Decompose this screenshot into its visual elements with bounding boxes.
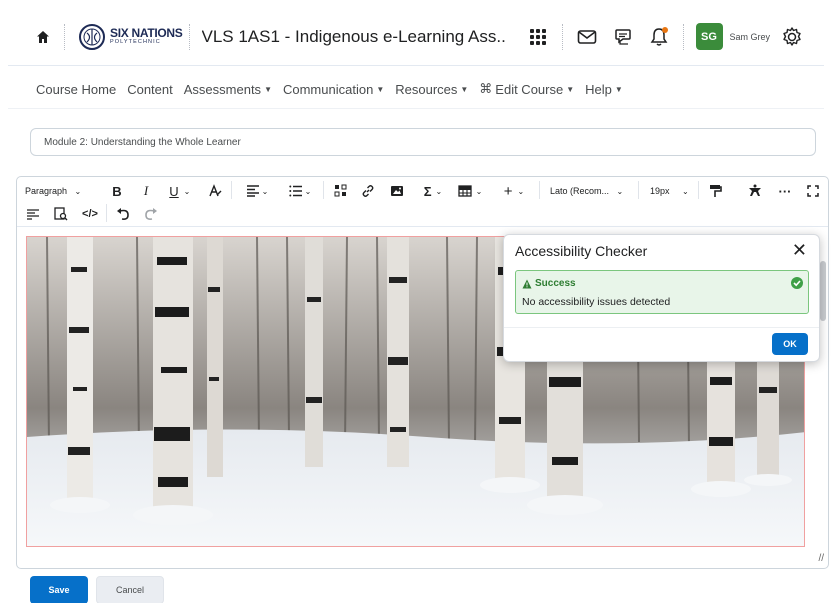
nav-content[interactable]: Content (127, 82, 173, 97)
course-title[interactable]: VLS 1AS1 - Indigenous e-Learning Ass... (202, 27, 507, 47)
bold-button[interactable]: B (110, 181, 124, 201)
save-button[interactable]: Save (30, 576, 88, 603)
italic-button[interactable]: I (139, 181, 153, 201)
close-icon[interactable]: ✕ (792, 240, 807, 261)
course-navbar: Course Home Content Assessments ▼ Communi… (36, 78, 623, 100)
top-header: SIX NATIONS POLYTECHNIC VLS 1AS1 - Indig… (8, 8, 824, 66)
course-selector-icon[interactable] (520, 19, 556, 55)
paragraph-label: Paragraph (25, 186, 68, 196)
success-heading: Success (522, 278, 576, 289)
navbar-divider (8, 108, 824, 109)
logo-emblem-icon (79, 23, 105, 50)
format-painter-icon[interactable] (707, 181, 723, 201)
align-icon[interactable]: ⌄ (245, 181, 269, 201)
font-label: Lato (Recom... (550, 186, 610, 196)
success-label: Success (535, 278, 576, 289)
image-icon[interactable] (389, 181, 405, 201)
chevron-down-icon: ▼ (376, 84, 385, 94)
chevron-down-icon: ▼ (566, 84, 575, 94)
fullscreen-icon[interactable] (805, 181, 821, 201)
nav-edit-course[interactable]: ⌘ Edit Course ▼ (479, 81, 574, 97)
source-code-icon[interactable]: </> (81, 204, 99, 224)
chevron-down-icon[interactable]: ⌄ (182, 181, 192, 201)
undo-icon[interactable] (115, 204, 131, 224)
ok-button[interactable]: OK (772, 333, 808, 355)
chat-icon[interactable] (605, 19, 641, 55)
bell-icon[interactable] (641, 19, 677, 55)
dialog-divider (504, 327, 819, 328)
font-family-select[interactable]: Lato (Recom... ⌄ (550, 181, 623, 201)
username[interactable]: Sam Grey (730, 32, 771, 42)
more-options-icon[interactable]: ··· (777, 181, 793, 201)
accessibility-check-icon[interactable] (747, 181, 763, 201)
nav-assessments[interactable]: Assessments ▼ (184, 82, 272, 97)
sigma-label: Σ (423, 183, 432, 199)
nav-label: Content (127, 81, 173, 97)
nav-resources[interactable]: Resources ▼ (395, 82, 468, 97)
editor-scrollbar[interactable] (819, 231, 827, 549)
dialog-title: Accessibility Checker (515, 243, 648, 259)
nav-label: Course Home (36, 81, 117, 97)
scrollbar-thumb[interactable] (820, 261, 826, 321)
chevron-down-icon: ▼ (614, 84, 623, 94)
chevron-down-icon: ▼ (264, 84, 272, 94)
logo-sub-text: POLYTECHNIC (110, 39, 161, 46)
toolbar-separator (323, 181, 324, 199)
nav-label: Assessments (183, 81, 262, 97)
message-icon[interactable] (569, 19, 605, 55)
list-icon[interactable]: ⌄ (288, 181, 312, 201)
home-icon[interactable] (28, 22, 58, 52)
insert-plus-icon[interactable]: + ⌄ (501, 181, 527, 201)
title-field[interactable] (30, 128, 816, 156)
success-message: No accessibility issues detected (522, 296, 671, 308)
warning-triangle-icon (522, 279, 532, 288)
nav-help[interactable]: Help ▼ (585, 82, 623, 97)
nav-label: Communication (282, 81, 374, 97)
toolbar-separator (638, 181, 639, 199)
nav-label: Edit Course (495, 81, 564, 97)
word-count-icon[interactable] (25, 204, 41, 224)
redo-icon[interactable] (143, 204, 159, 224)
toolbar-separator (539, 181, 540, 199)
success-alert: Success No accessibility issues detected (515, 270, 809, 314)
equation-icon[interactable]: Σ ⌄ (421, 181, 445, 201)
notification-dot (661, 26, 668, 33)
font-size-label: 19px (650, 186, 670, 196)
institution-logo[interactable]: SIX NATIONS POLYTECHNIC (79, 23, 183, 50)
header-separator (561, 23, 563, 50)
link-icon[interactable] (360, 181, 376, 201)
resize-handle-icon[interactable]: // (818, 553, 824, 564)
nav-communication[interactable]: Communication ▼ (283, 82, 384, 97)
command-icon: ⌘ (479, 81, 493, 96)
nav-label: Resources (395, 81, 458, 97)
toolbar-separator (106, 204, 107, 222)
font-size-select[interactable]: 19px ⌄ (650, 181, 689, 201)
header-icons: SG Sam Grey (520, 19, 807, 55)
accessibility-checker-dialog: Accessibility Checker ✕ Success No acces… (503, 234, 820, 362)
text-color-icon[interactable] (207, 181, 223, 201)
insert-stuff-icon[interactable] (333, 181, 349, 201)
table-icon[interactable]: ⌄ (457, 181, 483, 201)
editor-toolbar: Paragraph ⌄ B I U ⌄ ⌄ ⌄ Σ ⌄ ⌄ + ⌄ Lato (R (17, 177, 828, 227)
toolbar-separator (698, 181, 699, 199)
paragraph-format-select[interactable]: Paragraph ⌄ (25, 181, 81, 201)
header-separator (682, 23, 684, 50)
logo-main-text: SIX NATIONS (110, 26, 183, 41)
plus-label: + (503, 182, 513, 200)
underline-button[interactable]: U (167, 181, 181, 201)
chevron-down-icon: ▼ (460, 84, 469, 94)
check-circle-icon (791, 276, 803, 294)
header-separator (64, 23, 65, 50)
nav-label: Help (585, 81, 612, 97)
toolbar-separator (231, 181, 232, 199)
avatar[interactable]: SG (695, 23, 723, 50)
gear-icon[interactable] (778, 23, 806, 51)
cancel-button[interactable]: Cancel (96, 576, 164, 603)
preview-icon[interactable] (53, 204, 69, 224)
nav-course-home[interactable]: Course Home (36, 82, 116, 97)
chevron-down-icon: ⌄ (74, 186, 82, 196)
header-separator (188, 23, 190, 50)
